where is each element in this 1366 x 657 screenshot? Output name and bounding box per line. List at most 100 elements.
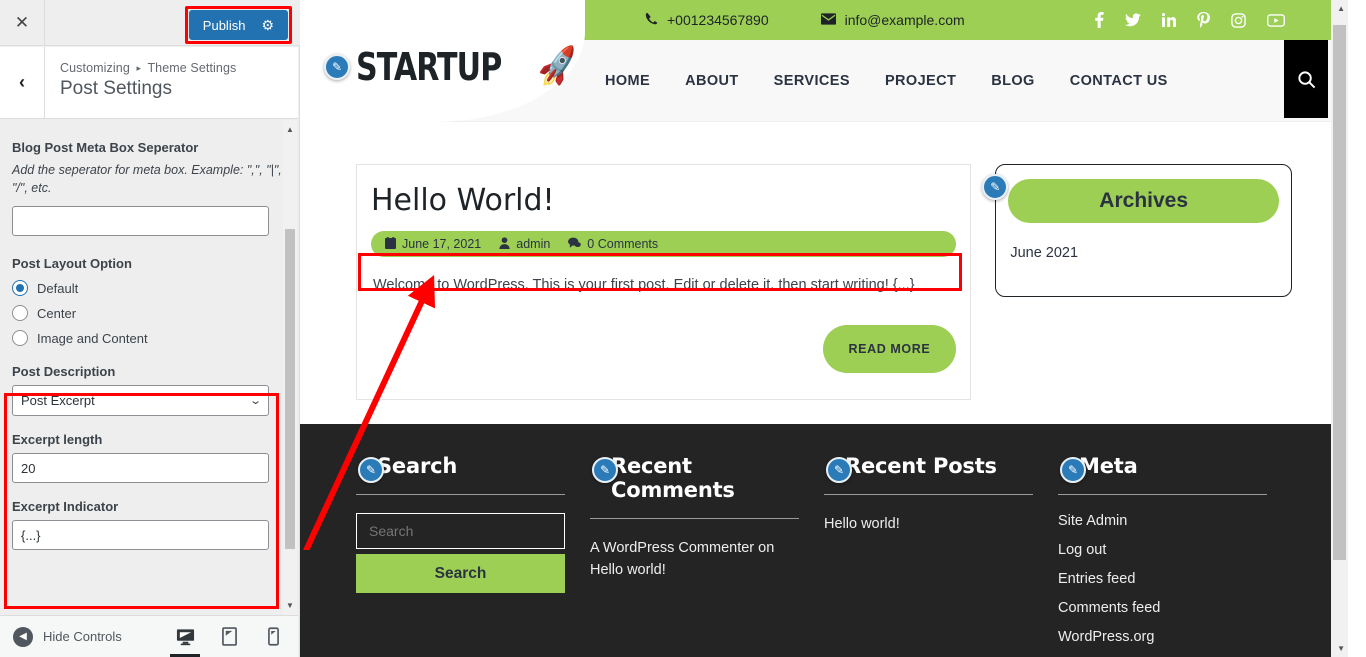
divider [356,494,565,495]
instagram-icon[interactable] [1231,12,1246,28]
twitter-icon[interactable] [1125,13,1141,27]
radio-center[interactable]: Center [12,305,286,322]
publish-button[interactable]: Publish ⚙ [188,10,288,40]
meta-link-comments-feed[interactable]: Comments feed [1058,600,1274,616]
control-post-layout-option: Post Layout Option Default Center Image … [12,256,286,347]
control-excerpt-indicator: Excerpt Indicator [12,499,286,551]
browser-scrollbar-thumb[interactable] [1333,25,1346,560]
separator-label: Blog Post Meta Box Seperator [12,140,199,155]
nav-item-services[interactable]: SERVICES [774,73,850,89]
meta-link-log-out[interactable]: Log out [1058,542,1274,558]
pencil-edit-icon[interactable]: ✎ [826,457,852,483]
pinterest-icon[interactable] [1197,12,1210,28]
chevron-left-icon[interactable]: ‹ [0,47,45,118]
hide-controls-label: Hide Controls [43,629,122,644]
control-meta-box-separator: Blog Post Meta Box Seperator Add the sep… [12,140,286,237]
post-card: Hello World! June 17, 2021 admin 0 Comme… [356,164,972,400]
footer-widget-meta: ✎ Meta Site Admin Log out Entries feed C… [1058,454,1292,657]
radio-label-center: Center [37,305,77,321]
youtube-icon[interactable] [1267,13,1285,27]
footer-widget-title-search: Search [377,454,458,478]
hide-controls-button[interactable]: ◀ Hide Controls [0,626,122,647]
topbar-phone[interactable]: +001234567890 [645,12,769,28]
pencil-edit-icon[interactable]: ✎ [358,457,384,483]
nav-item-contact-us[interactable]: CONTACT US [1070,73,1168,89]
post-author-text: admin [516,237,551,251]
search-input[interactable] [356,513,565,549]
site-logo[interactable]: ✎ STARTUP 🚀 [300,0,585,122]
meta-link-entries-feed[interactable]: Entries feed [1058,571,1274,587]
footer-widget-search: ✎ Search Search [356,454,590,657]
breadcrumb-root[interactable]: Customizing [60,61,130,75]
page-title: Post Settings [60,78,172,99]
post-description-select[interactable]: Post Excerpt ⌄ [12,385,269,417]
meta-link-site-admin[interactable]: Site Admin [1058,513,1274,529]
facebook-icon[interactable] [1095,12,1104,28]
device-preview-group [170,625,298,657]
envelope-icon [820,12,836,28]
user-icon [499,236,510,252]
primary-nav: HOME ABOUT SERVICES PROJECT BLOG CONTACT… [605,73,1168,89]
breadcrumb-current[interactable]: Theme Settings [147,61,236,75]
linkedin-icon[interactable] [1162,13,1176,27]
customizer-panel-header: ‹ Customizing ▸ Theme Settings Post Sett… [0,47,298,119]
customizer-footer: ◀ Hide Controls [0,615,298,657]
pencil-edit-icon[interactable]: ✎ [324,54,350,80]
publish-highlight-annotation: Publish ⚙ [184,6,292,44]
customizer-scrollbar-thumb[interactable] [285,229,295,549]
meta-link-wordpress-org[interactable]: WordPress.org [1058,629,1274,645]
post-title: Hello World! [371,183,555,218]
archives-widget-title: Archives [1008,179,1279,223]
excerpt-length-input[interactable] [12,453,269,484]
gear-icon[interactable]: ⚙ [261,18,274,32]
control-post-description: Post Description Post Excerpt ⌄ [12,364,286,417]
topbar-email-text: info@example.com [844,12,965,28]
nav-item-about[interactable]: ABOUT [685,73,739,89]
recent-comment-item[interactable]: A WordPress Commenter on Hello world! [590,537,805,582]
nav-item-home[interactable]: HOME [605,73,650,89]
post-date[interactable]: June 17, 2021 [385,236,481,252]
radio-icon-center[interactable] [12,305,28,322]
pencil-edit-icon[interactable]: ✎ [982,174,1009,200]
nav-item-project[interactable]: PROJECT [885,73,956,89]
mobile-icon[interactable] [262,625,284,649]
social-links [1095,12,1348,28]
radio-default[interactable]: Default [12,280,286,297]
pencil-edit-icon[interactable]: ✎ [1060,457,1086,483]
excerpt-indicator-input[interactable] [12,520,269,551]
read-more-button[interactable]: READ MORE [822,324,957,373]
radio-icon-image-and-content[interactable] [12,330,28,347]
recent-post-item[interactable]: Hello world! [824,513,1039,535]
scroll-up-icon[interactable]: ▲ [283,122,297,136]
separator-input[interactable] [12,206,269,237]
excerpt-indicator-label: Excerpt Indicator [12,499,119,515]
footer-widget-recent-comments: ✎ Recent Comments A WordPress Commenter … [590,454,824,657]
divider [824,494,1033,495]
site-footer: ✎ Search Search ✎ Recent Comments A Word… [300,424,1348,657]
publish-button-label: Publish [202,17,246,33]
excerpt-length-label: Excerpt length [12,432,103,448]
topbar-email[interactable]: info@example.com [820,12,965,28]
breadcrumb: Customizing ▸ Theme Settings [60,61,236,75]
scroll-up-icon[interactable]: ▲ [1337,4,1345,13]
post-author[interactable]: admin [499,236,551,252]
scroll-down-icon[interactable]: ▼ [1337,644,1345,653]
footer-widget-recent-posts: ✎ Recent Posts Hello world! [824,454,1058,657]
scroll-down-icon[interactable]: ▼ [283,598,297,612]
desktop-icon[interactable] [170,625,200,657]
pencil-edit-icon[interactable]: ✎ [592,457,618,483]
post-comments[interactable]: 0 Comments [568,237,658,252]
tablet-icon[interactable] [218,625,240,649]
nav-item-blog[interactable]: BLOG [991,73,1035,89]
archives-item[interactable]: June 2021 [1008,245,1279,261]
separator-description: Add the seperator for meta box. Example:… [12,163,282,196]
search-toggle-button[interactable] [1284,40,1328,118]
post-description-label: Post Description [12,364,116,380]
radio-image-and-content[interactable]: Image and Content [12,330,286,347]
browser-scrollbar[interactable]: ▲ ▼ [1331,0,1348,657]
radio-icon-default[interactable] [12,280,28,297]
search-submit-button[interactable]: Search [356,554,565,593]
chevron-down-icon: ⌄ [248,395,262,408]
close-icon[interactable]: ✕ [0,0,45,45]
footer-widget-title-meta: Meta [1079,454,1138,478]
